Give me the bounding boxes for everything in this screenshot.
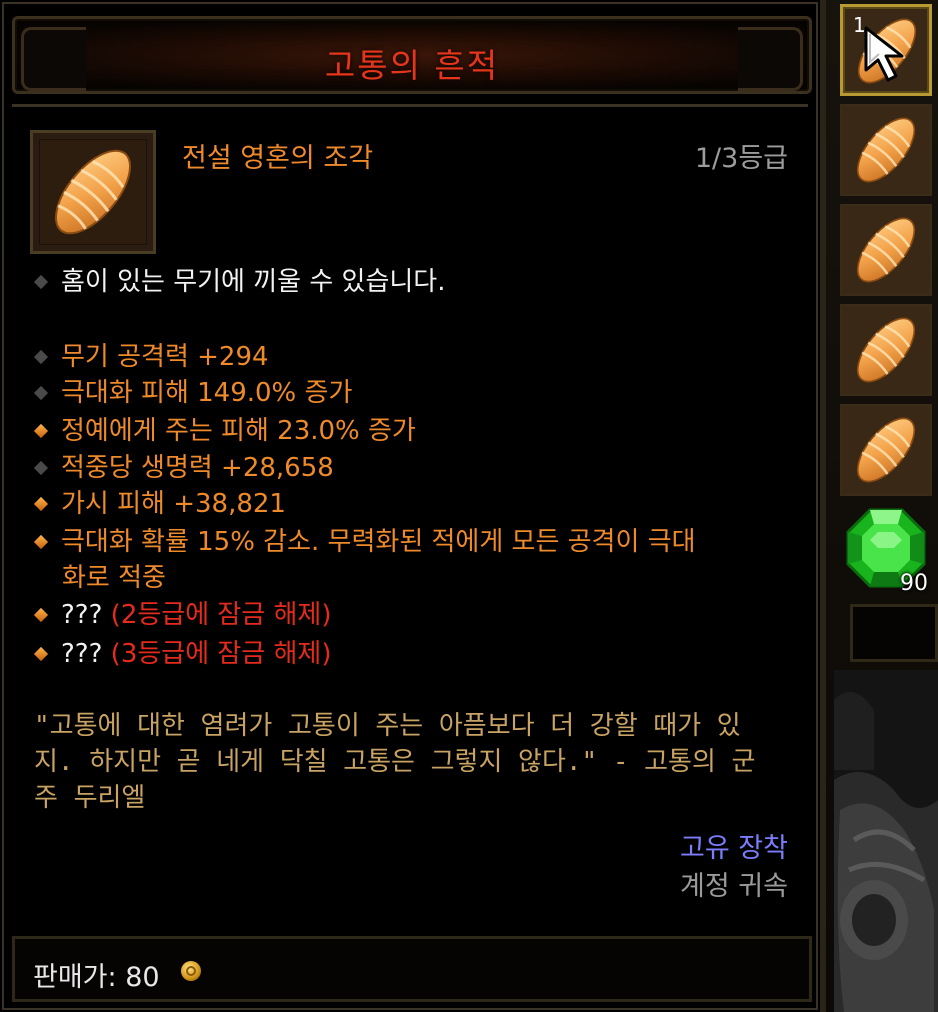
stack-count: 90	[900, 571, 928, 596]
diamond-bullet-icon	[33, 607, 49, 623]
inventory-slot-empty[interactable]	[850, 604, 938, 662]
locked-affix-prefix: ???	[61, 639, 103, 669]
stat-line: 적중당 생명력 +28,658	[33, 450, 334, 486]
flavor-line: 지. 하지만 곧 네게 닥칠 고통은 그렇지 않다." - 고통의 군	[34, 747, 756, 777]
locked-affix-text: (2등급에 잠금 해제)	[110, 600, 332, 630]
soul-shard-icon	[856, 117, 916, 183]
account-bound-label: 계정 귀속	[680, 871, 788, 902]
stat-text: 극대화 피해 149.0% 증가	[61, 378, 353, 408]
locked-affix-text: (3등급에 잠금 해제)	[110, 639, 332, 669]
diamond-bullet-icon	[33, 534, 49, 550]
item-rank: 1/3등급	[694, 143, 788, 174]
diamond-bullet-icon	[33, 385, 49, 401]
inventory-slot[interactable]	[840, 104, 932, 196]
soul-shard-icon	[856, 417, 916, 483]
mouse-cursor-icon	[864, 26, 904, 82]
soul-shard-icon	[856, 217, 916, 283]
divider	[12, 104, 808, 107]
gold-coin-icon	[181, 961, 201, 981]
inventory-slot[interactable]	[840, 404, 932, 496]
inventory-slot[interactable]	[840, 304, 932, 396]
soul-shard-icon	[856, 317, 916, 383]
flavor-line: 주 두리엘	[34, 783, 146, 813]
stat-text: 무기 공격력 +294	[61, 342, 269, 372]
stat-text: 정예에게 주는 피해 23.0% 증가	[61, 416, 416, 446]
stone-statue-decoration	[834, 670, 938, 1012]
stat-line: 극대화 피해 149.0% 증가	[33, 375, 353, 411]
unique-equip-label: 고유 장착	[680, 833, 788, 864]
flavor-line: "고통에 대한 염려가 고통이 주는 아픔보다 더 강할 때가 있	[34, 711, 741, 741]
stat-text: 가시 피해 +38,821	[61, 489, 286, 519]
inventory-slot[interactable]	[840, 204, 932, 296]
stat-text: 극대화 확률 15% 감소. 무력화된 적에게 모든 공격이 극대	[61, 527, 696, 557]
flavor-text: "고통에 대한 염려가 고통이 주는 아픔보다 더 강할 때가 있 지. 하지만…	[34, 708, 794, 816]
tooltip-title-bar: 고통의 흔적	[12, 16, 812, 94]
item-icon-frame	[30, 130, 156, 254]
tooltip-title: 고통의 흔적	[324, 46, 500, 85]
stat-line: 가시 피해 +38,821	[33, 486, 286, 522]
locked-affix-line: ??? (2등급에 잠금 해제)	[33, 597, 332, 633]
socket-line: 홈이 있는 무기에 끼울 수 있습니다.	[33, 264, 446, 300]
sell-price-bar: 판매가: 80	[12, 936, 812, 1002]
stat-line: 무기 공격력 +294	[33, 339, 269, 375]
stat-line: 정예에게 주는 피해 23.0% 증가	[33, 413, 416, 449]
sell-price: 판매가: 80	[33, 962, 160, 993]
item-name: 전설 영혼의 조각	[182, 143, 374, 174]
diamond-bullet-icon	[33, 646, 49, 662]
diamond-bullet-icon	[33, 274, 49, 290]
stat-text: 적중당 생명력 +28,658	[61, 453, 334, 483]
soul-shard-icon	[54, 149, 132, 235]
item-tooltip: 고통의 흔적 전설 영혼의 조각 1/3등급 홈이 있는 무기에 끼울 수 있습…	[0, 0, 826, 1012]
diamond-bullet-icon	[33, 423, 49, 439]
inventory-slot-gem[interactable]: 90	[840, 502, 932, 596]
diamond-bullet-icon	[33, 460, 49, 476]
stat-line-continuation: 화로 적중	[62, 563, 166, 593]
locked-affix-prefix: ???	[61, 600, 103, 630]
diamond-bullet-icon	[33, 496, 49, 512]
stat-line: 극대화 확률 15% 감소. 무력화된 적에게 모든 공격이 극대	[33, 524, 696, 560]
socket-text: 홈이 있는 무기에 끼울 수 있습니다.	[61, 267, 446, 297]
locked-affix-line: ??? (3등급에 잠금 해제)	[33, 636, 332, 672]
diamond-bullet-icon	[33, 349, 49, 365]
